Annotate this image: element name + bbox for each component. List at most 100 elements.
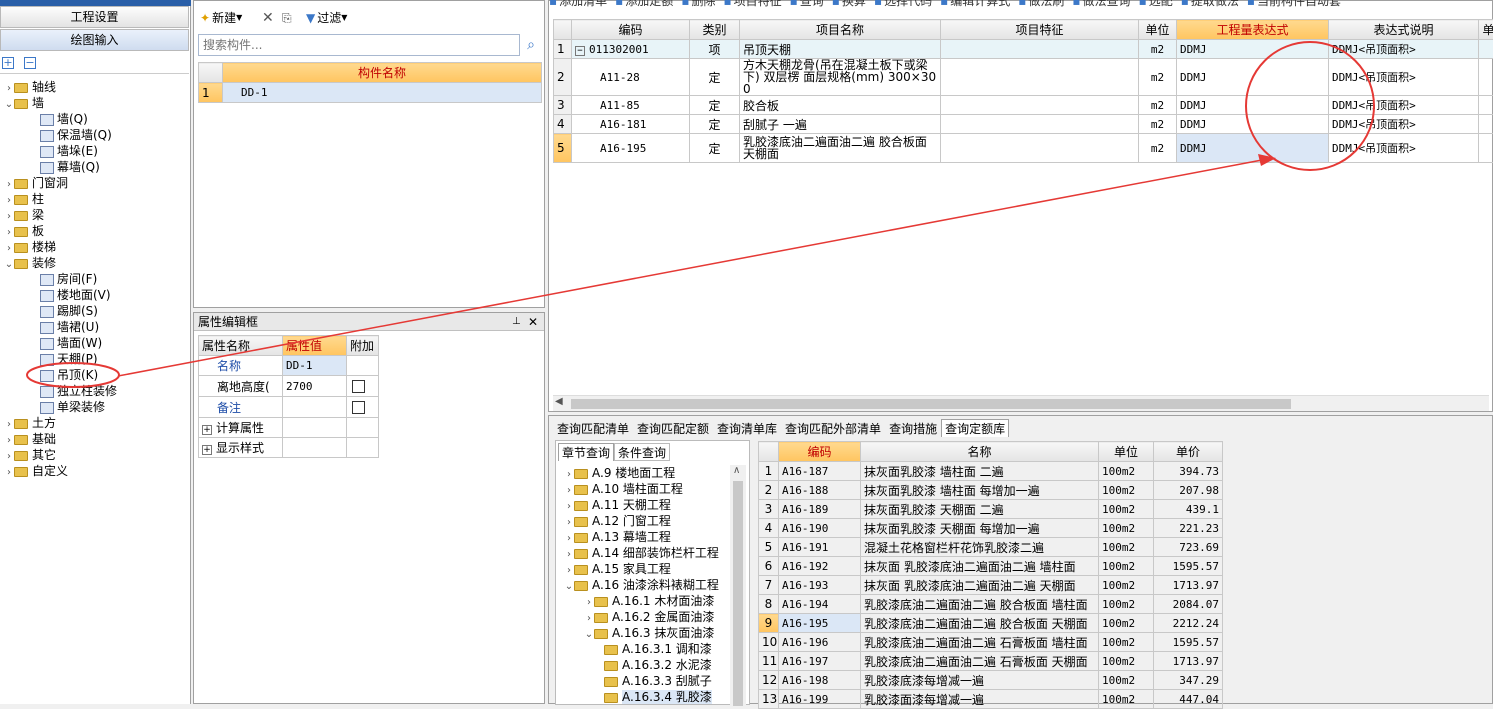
expand-icon[interactable]: + [202,445,212,455]
chapter-scrollbar[interactable]: ∧ [730,465,746,706]
chapter-item[interactable]: ›A.16.1 木材面油漆 [560,593,728,609]
chapter-item[interactable]: ›A.9 楼地面工程 [560,465,728,481]
table-row[interactable]: 1A16-187抹灰面乳胶漆 墙柱面 二遍100m2394.73 [759,462,1223,481]
attach-checkbox[interactable] [352,380,365,393]
chapter-item[interactable]: ⌄A.16.3 抹灰面油漆 [560,625,728,641]
tree-item[interactable]: ›其它 [0,447,189,463]
chapter-item[interactable]: ›A.15 家具工程 [560,561,728,577]
table-row[interactable]: 2A16-188抹灰面乳胶漆 墙柱面 每增加一遍100m2207.98 [759,481,1223,500]
scroll-left-icon[interactable]: ◀ [555,396,563,407]
toolbar-button[interactable]: ▪换算 [832,0,866,9]
chapter-item[interactable]: ›A.11 天棚工程 [560,497,728,513]
query-tab[interactable]: 查询匹配清单 [553,419,633,437]
toolbar-button[interactable]: ▪做法查询 [1072,0,1130,9]
new-button[interactable]: ✦新建▼ [200,8,242,28]
column-header[interactable]: 编码 [779,442,861,462]
tree-item[interactable]: 天棚(P) [0,351,189,367]
table-row[interactable]: 9A16-195乳胶漆底油二遍面油二遍 胶合板面 天棚面100m22212.24 [759,614,1223,633]
tree-item[interactable]: ›板 [0,223,189,239]
expand-all-icon[interactable]: + [2,57,14,69]
toolbar-button[interactable]: ▪添加清单 [549,0,607,9]
nav-project-settings-button[interactable]: 工程设置 [0,6,189,28]
table-row[interactable]: 10A16-196乳胶漆底油二遍面油二遍 石膏板面 墙柱面100m21595.5… [759,633,1223,652]
table-row[interactable]: 5A16-195定乳胶漆底油二遍面油二遍 胶合板面 天棚面m2DDMJDDMJ<… [554,134,1493,163]
query-tab[interactable]: 查询措施 [885,419,941,437]
scroll-up-icon[interactable]: ∧ [733,465,740,476]
column-header[interactable]: 单 [1479,20,1493,40]
collapse-icon[interactable]: − [575,46,585,56]
expand-icon[interactable]: + [202,425,212,435]
chapter-item[interactable]: A.16.3.2 水泥漆 [560,657,728,673]
prop-group-calc[interactable]: +计算属性 [199,418,379,438]
toolbar-button[interactable]: ▪项目特征 [723,0,781,9]
search-icon[interactable]: ⌕ [521,34,541,56]
column-header[interactable]: 表达式说明 [1329,20,1479,40]
chapter-item[interactable]: A.16.3.4 乳胶漆 [560,689,728,705]
tree-item[interactable]: 保温墙(Q) [0,127,189,143]
table-row[interactable]: 12A16-198乳胶漆底漆每增减一遍100m2347.29 [759,671,1223,690]
toolbar-button[interactable]: ▪选择代码 [874,0,932,9]
query-tab[interactable]: 查询定额库 [941,419,1009,437]
toolbar-button[interactable]: ▪删除 [681,0,715,9]
tree-item[interactable]: 墙(Q) [0,111,189,127]
table-row[interactable]: 8A16-194乳胶漆底油二遍面油二遍 胶合板面 墙柱面100m22084.07 [759,595,1223,614]
filter-button[interactable]: ▼过滤▼ [306,8,347,28]
table-row[interactable]: 11A16-197乳胶漆底油二遍面油二遍 石膏板面 天棚面100m21713.9… [759,652,1223,671]
table-row[interactable]: 2A11-28定方木天棚龙骨(吊在混凝土板下或梁下) 双层楞 面层规格(mm) … [554,59,1493,96]
toolbar-button[interactable]: ▪选配 [1139,0,1173,9]
tree-item[interactable]: 墙裙(U) [0,319,189,335]
close-icon[interactable]: ✕ [528,313,538,331]
tree-item[interactable]: ›轴线 [0,79,189,95]
chapter-item[interactable]: ›A.13 幕墙工程 [560,529,728,545]
tree-item[interactable]: 吊顶(K) [0,367,189,383]
chapter-item[interactable]: A.16.3.1 调和漆 [560,641,728,657]
toolbar-button[interactable]: ▪编辑计算式 [940,0,1010,9]
tree-item[interactable]: 幕墙(Q) [0,159,189,175]
toolbar-button[interactable]: ▪做法刷 [1018,0,1064,9]
column-header[interactable]: 单位 [1139,20,1177,40]
tree-item[interactable]: ›自定义 [0,463,189,479]
attach-checkbox[interactable] [352,401,365,414]
tree-item[interactable]: ›基础 [0,431,189,447]
prop-group-display[interactable]: +显示样式 [199,438,379,458]
prop-row-name[interactable]: 名称DD-1 [199,356,379,376]
tree-item[interactable]: 楼地面(V) [0,287,189,303]
pin-icon[interactable]: ⊥ [512,313,521,331]
prop-row-height[interactable]: 离地高度(2700 [199,376,379,397]
table-row[interactable]: 7A16-193抹灰面 乳胶漆底油二遍面油二遍 天棚面100m21713.97 [759,576,1223,595]
scrollbar-thumb[interactable] [733,481,743,706]
table-row[interactable]: 5A16-191混凝土花格窗栏杆花饰乳胶漆二遍100m2723.69 [759,538,1223,557]
query-tab[interactable]: 查询匹配定额 [633,419,713,437]
chapter-item[interactable]: ⌄A.16 油漆涂料裱糊工程 [560,577,728,593]
column-header[interactable]: 编码 [572,20,690,40]
tree-item[interactable]: 单梁装修 [0,399,189,415]
tree-item[interactable]: 房间(F) [0,271,189,287]
column-header[interactable]: 项目特征 [941,20,1139,40]
component-search-input[interactable] [198,34,520,56]
tree-item[interactable]: ›楼梯 [0,239,189,255]
tree-item[interactable]: ›梁 [0,207,189,223]
toolbar-button[interactable]: ▪添加定额 [615,0,673,9]
column-header[interactable]: 工程量表达式 [1177,20,1329,40]
table-row[interactable]: 6A16-192抹灰面 乳胶漆底油二遍面油二遍 墙柱面100m21595.57 [759,557,1223,576]
table-row[interactable]: 3A11-85定胶合板m2DDMJDDMJ<吊顶面积> [554,96,1493,115]
column-header[interactable]: 名称 [861,442,1099,462]
query-tab[interactable]: 查询清单库 [713,419,781,437]
scrollbar-thumb[interactable] [571,399,1291,409]
tree-item[interactable]: ⌄墙 [0,95,189,111]
tree-item[interactable]: ›柱 [0,191,189,207]
table-row[interactable]: 4A16-190抹灰面乳胶漆 天棚面 每增加一遍100m2221.23 [759,519,1223,538]
chapter-item[interactable]: A.16.3.3 刮腻子 [560,673,728,689]
tree-item[interactable]: 独立柱装修 [0,383,189,399]
column-header[interactable]: 项目名称 [740,20,941,40]
tree-item[interactable]: ⌄装修 [0,255,189,271]
chapter-item[interactable]: ›A.16.2 金属面油漆 [560,609,728,625]
tree-item[interactable]: ›土方 [0,415,189,431]
table-row[interactable]: 13A16-199乳胶漆面漆每增减一遍100m2447.04 [759,690,1223,709]
table-row[interactable]: 4A16-181定刮腻子 一遍m2DDMJDDMJ<吊顶面积> [554,115,1493,134]
chapter-item[interactable]: ›A.12 门窗工程 [560,513,728,529]
tree-item[interactable]: ›门窗洞 [0,175,189,191]
toolbar-button[interactable]: ▪提取做法 [1181,0,1239,9]
prop-row-remark[interactable]: 备注 [199,397,379,418]
chapter-item[interactable]: ›A.10 墙柱面工程 [560,481,728,497]
